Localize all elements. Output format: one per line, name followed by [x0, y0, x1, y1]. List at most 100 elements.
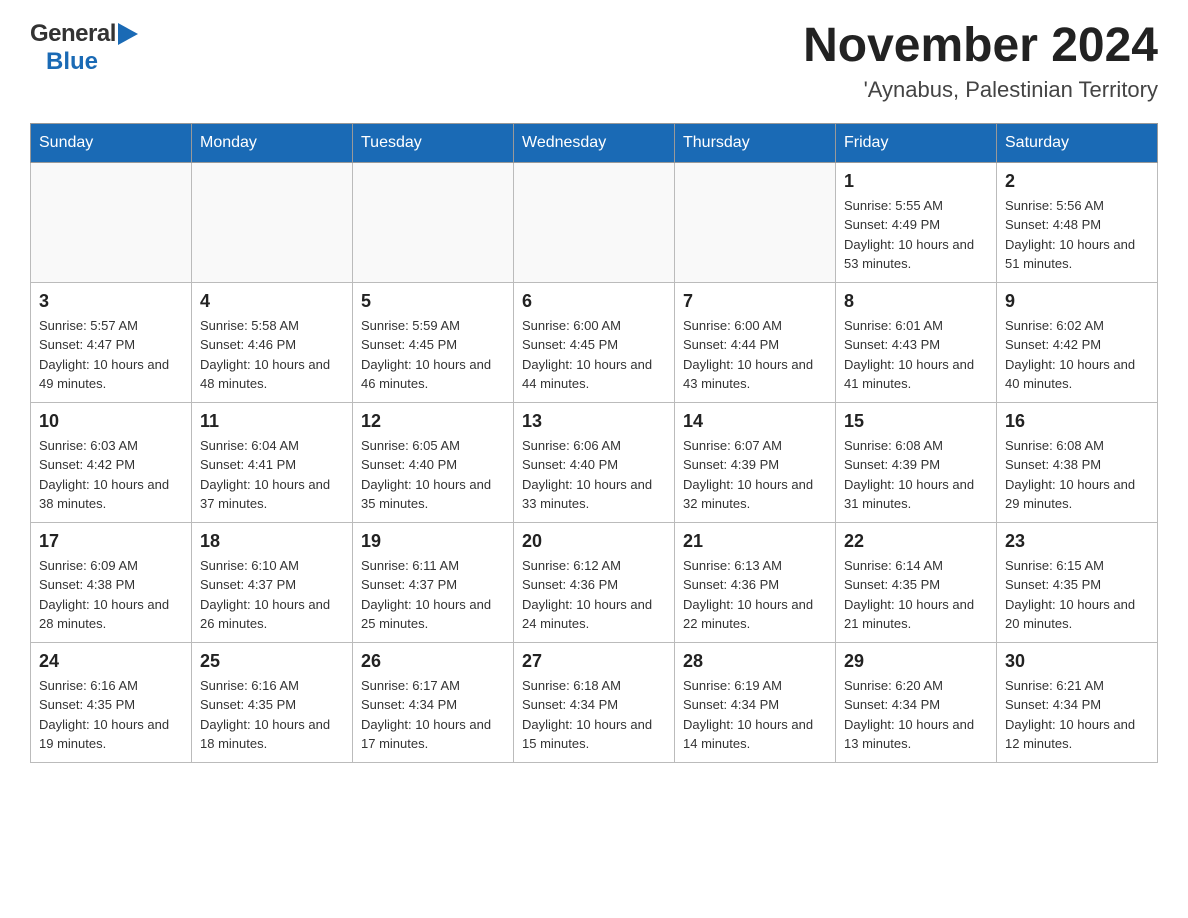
weekday-header-wednesday: Wednesday: [514, 123, 675, 162]
calendar-cell: 28 Sunrise: 6:19 AMSunset: 4:34 PMDayligh…: [675, 642, 836, 762]
calendar-cell: 3Sunrise: 5:57 AMSunset: 4:47 PMDaylight…: [31, 282, 192, 402]
day-info: Sunrise: 6:02 AMSunset: 4:42 PMDaylight:…: [1005, 316, 1149, 394]
location-title: 'Aynabus, Palestinian Territory: [803, 77, 1158, 103]
day-info: Sunrise: 6:12 AMSunset: 4:36 PMDaylight:…: [522, 556, 666, 634]
day-info: Sunrise: 5:55 AMSunset: 4:49 PMDaylight:…: [844, 196, 988, 274]
calendar-cell: 27 Sunrise: 6:18 AMSunset: 4:34 PMDayligh…: [514, 642, 675, 762]
calendar-cell: 13Sunrise: 6:06 AMSunset: 4:40 PMDayligh…: [514, 402, 675, 522]
day-info: Sunrise: 6:15 AMSunset: 4:35 PMDaylight:…: [1005, 556, 1149, 634]
logo-general-text: General: [30, 20, 116, 48]
weekday-header-thursday: Thursday: [675, 123, 836, 162]
weekday-header-saturday: Saturday: [997, 123, 1158, 162]
calendar-cell: 5 Sunrise: 5:59 AMSunset: 4:45 PMDaylight…: [353, 282, 514, 402]
day-number: 5: [361, 291, 505, 312]
weekday-header-friday: Friday: [836, 123, 997, 162]
calendar-cell: 30 Sunrise: 6:21 AMSunset: 4:34 PMDayligh…: [997, 642, 1158, 762]
day-number: 11: [200, 411, 344, 432]
month-title: November 2024: [803, 20, 1158, 73]
day-info: Sunrise: 6:03 AMSunset: 4:42 PMDaylight:…: [39, 436, 183, 514]
day-number: 20: [522, 531, 666, 552]
day-info: Sunrise: 6:19 AMSunset: 4:34 PMDaylight:…: [683, 676, 827, 754]
calendar-cell: 23 Sunrise: 6:15 AMSunset: 4:35 PMDayligh…: [997, 522, 1158, 642]
day-number: 17: [39, 531, 183, 552]
day-number: 26: [361, 651, 505, 672]
calendar-cell: 10Sunrise: 6:03 AMSunset: 4:42 PMDayligh…: [31, 402, 192, 522]
day-number: 27: [522, 651, 666, 672]
calendar-cell: 16 Sunrise: 6:08 AMSunset: 4:38 PMDayligh…: [997, 402, 1158, 522]
calendar-cell: 4Sunrise: 5:58 AMSunset: 4:46 PMDaylight…: [192, 282, 353, 402]
calendar-cell: 21Sunrise: 6:13 AMSunset: 4:36 PMDayligh…: [675, 522, 836, 642]
day-info: Sunrise: 6:16 AMSunset: 4:35 PMDaylight:…: [200, 676, 344, 754]
day-info: Sunrise: 6:00 AMSunset: 4:45 PMDaylight:…: [522, 316, 666, 394]
day-number: 14: [683, 411, 827, 432]
calendar-cell: 7Sunrise: 6:00 AMSunset: 4:44 PMDaylight…: [675, 282, 836, 402]
calendar-week-row: 10Sunrise: 6:03 AMSunset: 4:42 PMDayligh…: [31, 402, 1158, 522]
calendar-cell: [675, 162, 836, 282]
day-info: Sunrise: 6:17 AMSunset: 4:34 PMDaylight:…: [361, 676, 505, 754]
calendar-cell: 19 Sunrise: 6:11 AMSunset: 4:37 PMDayligh…: [353, 522, 514, 642]
day-info: Sunrise: 5:56 AMSunset: 4:48 PMDaylight:…: [1005, 196, 1149, 274]
day-info: Sunrise: 6:11 AMSunset: 4:37 PMDaylight:…: [361, 556, 505, 634]
calendar-week-row: 3Sunrise: 5:57 AMSunset: 4:47 PMDaylight…: [31, 282, 1158, 402]
day-info: Sunrise: 5:59 AMSunset: 4:45 PMDaylight:…: [361, 316, 505, 394]
calendar-cell: [192, 162, 353, 282]
day-info: Sunrise: 6:04 AMSunset: 4:41 PMDaylight:…: [200, 436, 344, 514]
day-info: Sunrise: 6:18 AMSunset: 4:34 PMDaylight:…: [522, 676, 666, 754]
weekday-header-sunday: Sunday: [31, 123, 192, 162]
day-number: 21: [683, 531, 827, 552]
day-number: 15: [844, 411, 988, 432]
calendar-cell: 12Sunrise: 6:05 AMSunset: 4:40 PMDayligh…: [353, 402, 514, 522]
day-info: Sunrise: 6:07 AMSunset: 4:39 PMDaylight:…: [683, 436, 827, 514]
calendar-cell: [31, 162, 192, 282]
calendar-cell: 18 Sunrise: 6:10 AMSunset: 4:37 PMDayligh…: [192, 522, 353, 642]
calendar-cell: 9 Sunrise: 6:02 AMSunset: 4:42 PMDaylight…: [997, 282, 1158, 402]
day-number: 12: [361, 411, 505, 432]
calendar-cell: 22 Sunrise: 6:14 AMSunset: 4:35 PMDayligh…: [836, 522, 997, 642]
day-number: 29: [844, 651, 988, 672]
day-info: Sunrise: 6:08 AMSunset: 4:38 PMDaylight:…: [1005, 436, 1149, 514]
day-info: Sunrise: 6:20 AMSunset: 4:34 PMDaylight:…: [844, 676, 988, 754]
logo-blue-text: Blue: [46, 48, 98, 76]
calendar-cell: 25 Sunrise: 6:16 AMSunset: 4:35 PMDayligh…: [192, 642, 353, 762]
calendar-cell: 20 Sunrise: 6:12 AMSunset: 4:36 PMDayligh…: [514, 522, 675, 642]
day-info: Sunrise: 5:57 AMSunset: 4:47 PMDaylight:…: [39, 316, 183, 394]
weekday-header-monday: Monday: [192, 123, 353, 162]
day-number: 16: [1005, 411, 1149, 432]
day-info: Sunrise: 6:00 AMSunset: 4:44 PMDaylight:…: [683, 316, 827, 394]
day-number: 24: [39, 651, 183, 672]
day-number: 4: [200, 291, 344, 312]
day-number: 25: [200, 651, 344, 672]
day-number: 1: [844, 171, 988, 192]
logo: General Blue: [30, 20, 138, 76]
day-number: 13: [522, 411, 666, 432]
calendar-cell: 11 Sunrise: 6:04 AMSunset: 4:41 PMDayligh…: [192, 402, 353, 522]
calendar-cell: [514, 162, 675, 282]
day-number: 19: [361, 531, 505, 552]
day-info: Sunrise: 6:21 AMSunset: 4:34 PMDaylight:…: [1005, 676, 1149, 754]
day-number: 9: [1005, 291, 1149, 312]
calendar-cell: 14 Sunrise: 6:07 AMSunset: 4:39 PMDayligh…: [675, 402, 836, 522]
calendar-week-row: 1 Sunrise: 5:55 AMSunset: 4:49 PMDaylight…: [31, 162, 1158, 282]
day-info: Sunrise: 6:01 AMSunset: 4:43 PMDaylight:…: [844, 316, 988, 394]
day-number: 28: [683, 651, 827, 672]
calendar-cell: 17Sunrise: 6:09 AMSunset: 4:38 PMDayligh…: [31, 522, 192, 642]
day-number: 8: [844, 291, 988, 312]
day-number: 30: [1005, 651, 1149, 672]
calendar-cell: 26 Sunrise: 6:17 AMSunset: 4:34 PMDayligh…: [353, 642, 514, 762]
day-number: 2: [1005, 171, 1149, 192]
day-number: 18: [200, 531, 344, 552]
day-number: 22: [844, 531, 988, 552]
calendar-cell: 2 Sunrise: 5:56 AMSunset: 4:48 PMDaylight…: [997, 162, 1158, 282]
calendar-cell: 15Sunrise: 6:08 AMSunset: 4:39 PMDayligh…: [836, 402, 997, 522]
day-number: 23: [1005, 531, 1149, 552]
calendar-cell: 8 Sunrise: 6:01 AMSunset: 4:43 PMDaylight…: [836, 282, 997, 402]
title-block: November 2024 'Aynabus, Palestinian Terr…: [803, 20, 1158, 103]
weekday-header-row: SundayMondayTuesdayWednesdayThursdayFrid…: [31, 123, 1158, 162]
day-info: Sunrise: 6:14 AMSunset: 4:35 PMDaylight:…: [844, 556, 988, 634]
day-info: Sunrise: 6:16 AMSunset: 4:35 PMDaylight:…: [39, 676, 183, 754]
page-header: General Blue November 2024 'Aynabus, Pal…: [30, 20, 1158, 103]
calendar-cell: 1 Sunrise: 5:55 AMSunset: 4:49 PMDaylight…: [836, 162, 997, 282]
calendar-cell: 29 Sunrise: 6:20 AMSunset: 4:34 PMDayligh…: [836, 642, 997, 762]
day-info: Sunrise: 6:10 AMSunset: 4:37 PMDaylight:…: [200, 556, 344, 634]
calendar-week-row: 17Sunrise: 6:09 AMSunset: 4:38 PMDayligh…: [31, 522, 1158, 642]
